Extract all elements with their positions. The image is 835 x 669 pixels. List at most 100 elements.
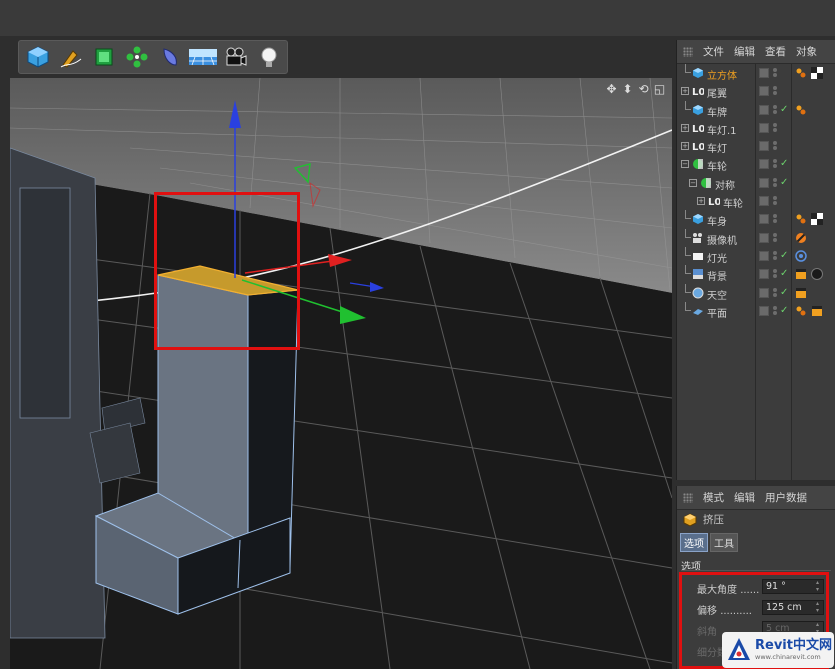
object-row[interactable]: 天空 ✓ xyxy=(677,283,835,302)
enabled-check-icon[interactable]: ✓ xyxy=(780,305,788,316)
object-row[interactable]: 车身 xyxy=(677,210,835,228)
menu-object[interactable]: 对象 xyxy=(796,44,817,59)
layer-box-icon[interactable] xyxy=(759,287,769,298)
visibility-dots-icon[interactable] xyxy=(773,250,777,261)
visibility-dots-icon[interactable] xyxy=(773,305,777,316)
visibility-dots-icon[interactable] xyxy=(773,141,777,151)
panel-grip-icon[interactable] xyxy=(683,46,693,57)
object-label[interactable]: 车轮 xyxy=(723,195,743,210)
object-label[interactable]: 对称 xyxy=(715,177,735,192)
layer-box-icon[interactable] xyxy=(759,104,769,115)
layer-box-icon[interactable] xyxy=(759,177,769,188)
deformer-tool-button[interactable] xyxy=(154,43,185,71)
object-row[interactable]: 摄像机 xyxy=(677,228,835,247)
tab-tool[interactable]: 工具 xyxy=(710,533,738,552)
menu-mode[interactable]: 模式 xyxy=(703,490,724,505)
object-label[interactable]: 车牌 xyxy=(707,104,727,119)
layer-box-icon[interactable] xyxy=(759,141,769,152)
object-label[interactable]: 车身 xyxy=(707,213,727,228)
layer-box-icon[interactable] xyxy=(759,214,769,225)
layer-box-icon[interactable] xyxy=(759,250,769,261)
object-row[interactable]: 背景 ✓ xyxy=(677,265,835,283)
subdivision-tool-button[interactable] xyxy=(88,43,119,71)
enabled-check-icon[interactable]: ✓ xyxy=(780,104,788,115)
object-label[interactable]: 尾翼 xyxy=(707,85,727,100)
target-tag-icon[interactable] xyxy=(795,250,807,262)
layer-box-icon[interactable] xyxy=(759,196,769,207)
rotate-view-icon[interactable]: ⟲ xyxy=(637,82,650,96)
object-row[interactable]: + L0 车灯.1 xyxy=(677,119,835,137)
checker-tag-icon[interactable] xyxy=(811,67,823,79)
enabled-check-icon[interactable]: ✓ xyxy=(780,268,788,279)
expand-toggle-icon[interactable]: + xyxy=(681,87,689,96)
maximize-view-icon[interactable]: ◱ xyxy=(653,82,666,96)
phong-tag-icon[interactable] xyxy=(795,305,807,317)
layer-box-icon[interactable] xyxy=(759,269,769,280)
camera-tool-button[interactable] xyxy=(220,43,251,71)
visibility-dots-icon[interactable] xyxy=(773,159,777,169)
clapper-tag-icon[interactable] xyxy=(795,287,807,299)
object-row[interactable]: + L0 车灯 xyxy=(677,137,835,155)
layer-box-icon[interactable] xyxy=(759,68,769,78)
object-row[interactable]: + L0 尾翼 xyxy=(677,82,835,100)
object-label[interactable]: 立方体 xyxy=(707,67,737,82)
enabled-check-icon[interactable]: ✓ xyxy=(780,177,788,188)
expand-toggle-icon[interactable]: − xyxy=(689,178,697,187)
checker-tag-icon[interactable] xyxy=(811,213,823,226)
visibility-dots-icon[interactable] xyxy=(773,177,777,188)
object-label[interactable]: 平面 xyxy=(707,305,727,320)
visibility-dots-icon[interactable] xyxy=(773,68,777,78)
3d-viewport[interactable]: ✥ ⬍ ⟲ ◱ xyxy=(10,78,672,669)
object-row[interactable]: 车牌 ✓ xyxy=(677,100,835,119)
object-label[interactable]: 车灯.1 xyxy=(707,122,737,137)
floor-tool-button[interactable] xyxy=(187,43,218,71)
expand-toggle-icon[interactable]: + xyxy=(697,197,705,206)
visibility-dots-icon[interactable] xyxy=(773,122,777,133)
array-tool-button[interactable] xyxy=(121,43,152,71)
dolly-view-icon[interactable]: ⬍ xyxy=(621,82,634,96)
tab-options[interactable]: 选项 xyxy=(680,533,708,552)
cube-tool-button[interactable] xyxy=(22,43,53,71)
move-view-icon[interactable]: ✥ xyxy=(605,82,618,96)
phong-tag-icon[interactable] xyxy=(795,213,807,225)
object-label[interactable]: 背景 xyxy=(707,268,727,283)
clapper-tag-icon[interactable] xyxy=(795,268,807,280)
menu-user-data[interactable]: 用户数据 xyxy=(765,490,807,505)
expand-toggle-icon[interactable]: + xyxy=(681,123,689,132)
pen-tool-button[interactable] xyxy=(55,43,86,71)
phong-tag-icon[interactable] xyxy=(795,67,807,79)
visibility-dots-icon[interactable] xyxy=(773,232,777,243)
visibility-dots-icon[interactable] xyxy=(773,104,777,115)
object-row[interactable]: − 对称 ✓ xyxy=(677,174,835,192)
menu-view[interactable]: 查看 xyxy=(765,44,786,59)
object-label[interactable]: 车轮 xyxy=(707,158,727,173)
visibility-dots-icon[interactable] xyxy=(773,86,777,96)
panel-grip-icon[interactable] xyxy=(683,492,693,503)
object-row[interactable]: 平面 ✓ xyxy=(677,301,835,320)
expand-toggle-icon[interactable]: − xyxy=(681,160,689,169)
layer-box-icon[interactable] xyxy=(759,86,769,97)
enabled-check-icon[interactable]: ✓ xyxy=(780,158,788,169)
clapper-tag-icon[interactable] xyxy=(811,305,823,317)
sphere-tag-icon[interactable] xyxy=(811,268,823,281)
no-entry-tag-icon[interactable] xyxy=(795,232,807,244)
visibility-dots-icon[interactable] xyxy=(773,269,777,279)
expand-toggle-icon[interactable]: + xyxy=(681,142,689,151)
layer-box-icon[interactable] xyxy=(759,159,769,170)
object-row[interactable]: 立方体 xyxy=(677,64,835,82)
visibility-dots-icon[interactable] xyxy=(773,214,777,224)
light-tool-button[interactable] xyxy=(253,43,284,71)
object-row[interactable]: − 车轮 ✓ xyxy=(677,155,835,173)
visibility-dots-icon[interactable] xyxy=(773,196,777,206)
enabled-check-icon[interactable]: ✓ xyxy=(780,250,788,261)
layer-box-icon[interactable] xyxy=(759,122,769,133)
object-label[interactable]: 车灯 xyxy=(707,140,727,155)
object-row[interactable]: 灯光 ✓ xyxy=(677,246,835,265)
visibility-dots-icon[interactable] xyxy=(773,287,777,298)
layer-box-icon[interactable] xyxy=(759,232,769,243)
enabled-check-icon[interactable]: ✓ xyxy=(780,287,788,298)
object-label[interactable]: 天空 xyxy=(707,287,727,302)
menu-file[interactable]: 文件 xyxy=(703,44,724,59)
object-row[interactable]: + L0 车轮 xyxy=(677,192,835,210)
menu-edit[interactable]: 编辑 xyxy=(734,44,755,59)
